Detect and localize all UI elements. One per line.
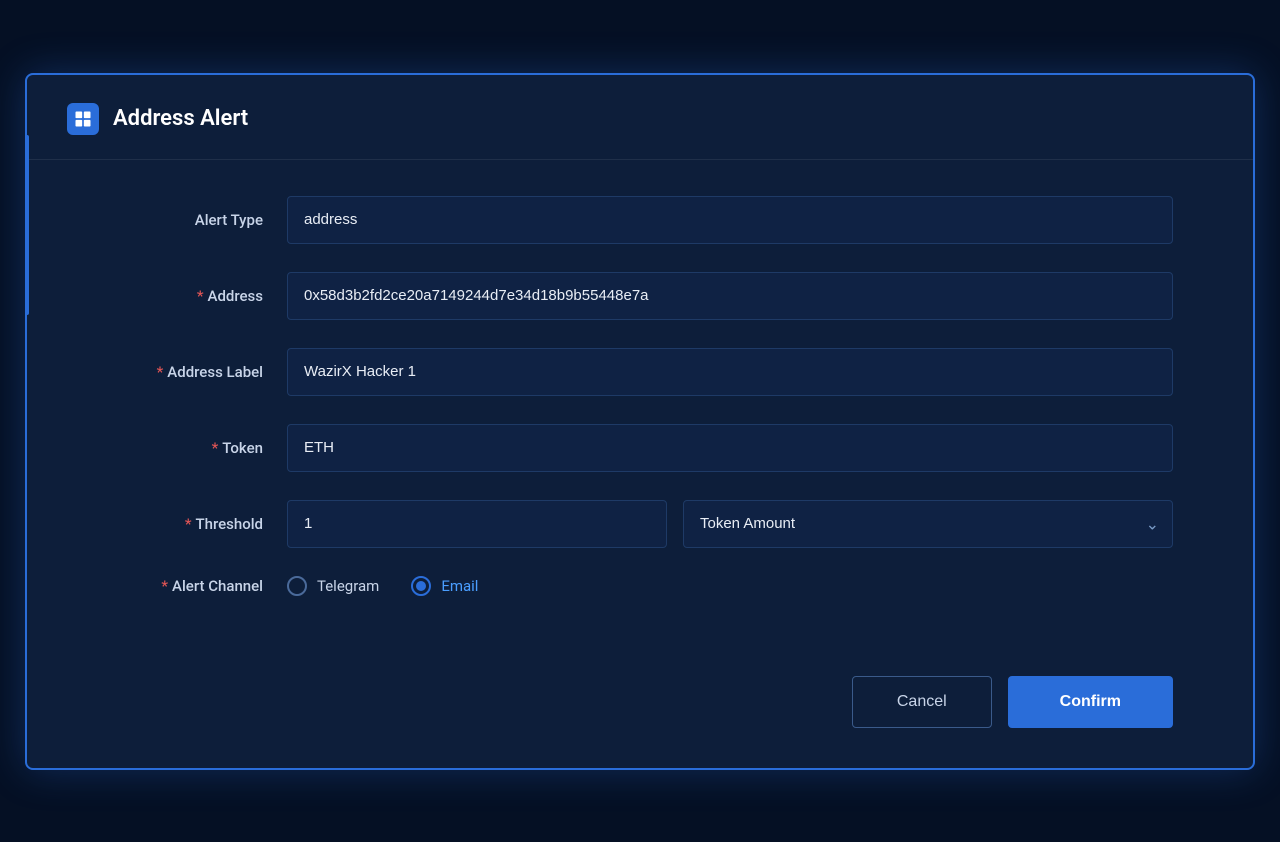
address-label: *Address [107, 287, 287, 305]
threshold-label: *Threshold [107, 515, 287, 533]
telegram-radio-label: Telegram [317, 577, 379, 595]
threshold-controls: Token Amount USD Value ⌄ [287, 500, 1173, 548]
alert-channel-label: *Alert Channel [107, 577, 287, 595]
alert-channel-row: *Alert Channel Telegram Email [107, 576, 1173, 596]
left-accent-decoration [25, 135, 29, 315]
address-required-star: * [197, 287, 204, 305]
token-label: *Token [107, 439, 287, 457]
email-radio-label: Email [441, 577, 478, 595]
token-input[interactable] [287, 424, 1173, 472]
threshold-required-star: * [185, 515, 192, 533]
email-radio-button[interactable] [411, 576, 431, 596]
dialog-footer: Cancel Confirm [27, 676, 1253, 768]
dialog-overlay: Address Alert Alert Type *Address *Addre… [0, 0, 1280, 842]
alert-icon [67, 103, 99, 135]
email-radio-option[interactable]: Email [411, 576, 478, 596]
telegram-radio-button[interactable] [287, 576, 307, 596]
address-label-input[interactable] [287, 348, 1173, 396]
threshold-input[interactable] [287, 500, 667, 548]
email-radio-inner [416, 581, 426, 591]
alert-channel-required-star: * [161, 577, 168, 595]
alert-type-input[interactable] [287, 196, 1173, 244]
cancel-button[interactable]: Cancel [852, 676, 992, 728]
address-label-required-star: * [157, 363, 164, 381]
threshold-type-select[interactable]: Token Amount USD Value [683, 500, 1173, 548]
address-alert-dialog: Address Alert Alert Type *Address *Addre… [25, 73, 1255, 770]
address-row: *Address [107, 272, 1173, 320]
alert-type-label: Alert Type [107, 211, 287, 229]
token-row: *Token [107, 424, 1173, 472]
alert-type-row: Alert Type [107, 196, 1173, 244]
confirm-button[interactable]: Confirm [1008, 676, 1173, 728]
dialog-title: Address Alert [113, 106, 248, 131]
dialog-header: Address Alert [27, 75, 1253, 160]
address-label-row: *Address Label [107, 348, 1173, 396]
address-input[interactable] [287, 272, 1173, 320]
dialog-body: Alert Type *Address *Address Label [27, 160, 1253, 664]
threshold-select-wrapper: Token Amount USD Value ⌄ [683, 500, 1173, 548]
address-label-field-label: *Address Label [107, 363, 287, 381]
token-required-star: * [212, 439, 219, 457]
telegram-radio-option[interactable]: Telegram [287, 576, 379, 596]
threshold-row: *Threshold Token Amount USD Value ⌄ [107, 500, 1173, 548]
alert-channel-radio-group: Telegram Email [287, 576, 478, 596]
